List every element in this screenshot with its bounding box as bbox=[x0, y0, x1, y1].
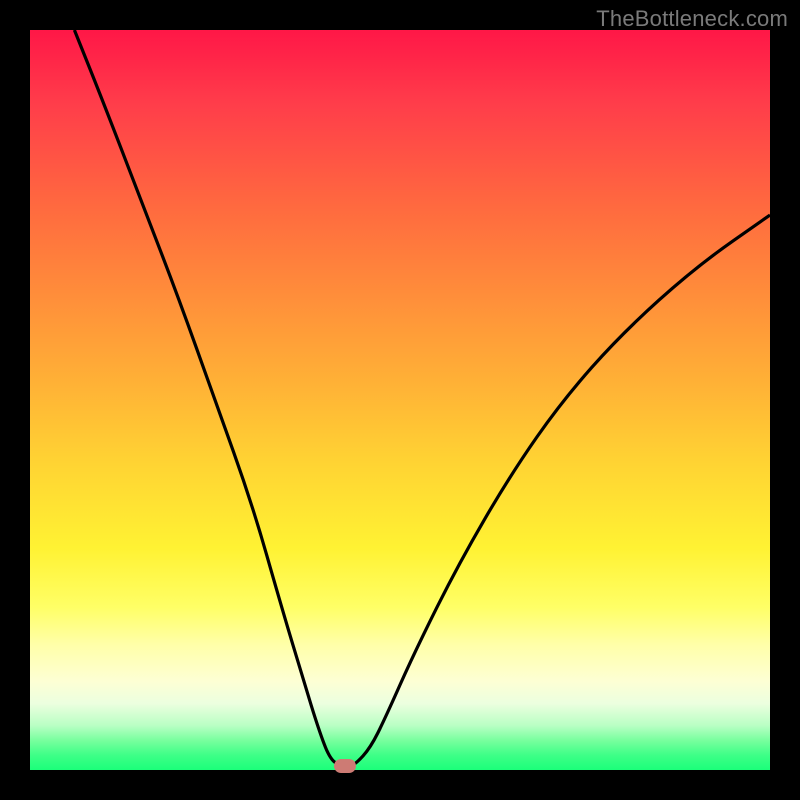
bottleneck-curve bbox=[30, 30, 770, 770]
plot-area bbox=[30, 30, 770, 770]
curve-path bbox=[74, 30, 770, 766]
optimal-marker bbox=[334, 759, 356, 773]
watermark-text: TheBottleneck.com bbox=[596, 6, 788, 32]
chart-frame: TheBottleneck.com bbox=[0, 0, 800, 800]
